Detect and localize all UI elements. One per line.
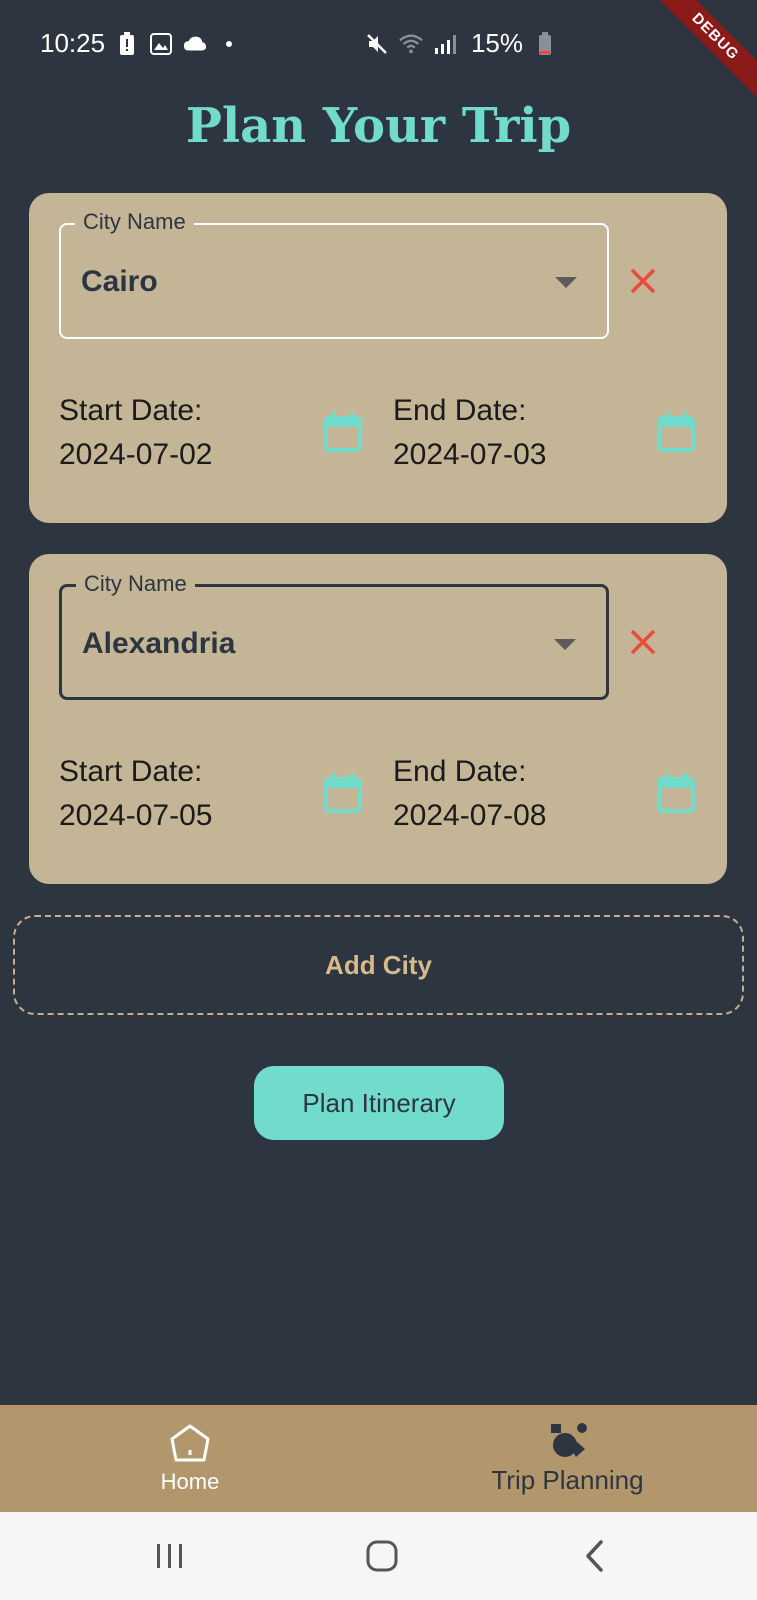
home-icon — [170, 1424, 210, 1461]
battery-alert-icon — [115, 31, 139, 56]
remove-city-button[interactable] — [627, 626, 659, 658]
add-city-button[interactable]: Add City — [13, 915, 744, 1015]
status-left: 10:25 — [40, 28, 241, 59]
city-value: Alexandria — [82, 627, 236, 660]
nav-label-trip-planning: Trip Planning — [491, 1465, 644, 1495]
city-value: Cairo — [81, 265, 158, 298]
end-date-value: 2024-07-03 — [393, 438, 547, 471]
dropdown-arrow-icon — [554, 639, 576, 650]
clock: 10:25 — [40, 28, 106, 58]
battery-percent: 15% — [470, 28, 523, 58]
city-card: City Name Cairo Start Date: 2024-07-02 E… — [29, 193, 727, 523]
end-date-block: End Date: 2024-07-08 — [393, 750, 546, 838]
start-date-block: Start Date: 2024-07-02 — [59, 389, 212, 477]
end-date-picker-button[interactable] — [656, 772, 696, 814]
dropdown-arrow-icon — [555, 277, 577, 288]
recents-button[interactable] — [148, 1534, 192, 1578]
start-date-picker-button[interactable] — [323, 772, 363, 814]
start-date-label: Start Date: — [59, 394, 203, 427]
mute-icon — [365, 32, 389, 56]
start-date-value: 2024-07-02 — [59, 438, 213, 471]
start-date-picker-button[interactable] — [323, 411, 363, 453]
nav-item-home[interactable]: Home — [130, 1405, 250, 1512]
status-right: 15% — [365, 28, 557, 59]
city-dropdown[interactable]: City Name Cairo — [59, 209, 609, 339]
gallery-icon — [149, 32, 173, 56]
system-home-button[interactable] — [360, 1534, 404, 1578]
end-date-picker-button[interactable] — [656, 411, 696, 453]
bottom-navigation: Home Trip Planning — [0, 1405, 757, 1512]
calendar-icon — [324, 773, 362, 813]
plan-itinerary-button[interactable]: Plan Itinerary — [254, 1066, 504, 1140]
recents-icon — [157, 1544, 182, 1568]
end-date-block: End Date: 2024-07-03 — [393, 389, 546, 477]
end-date-label: End Date: — [393, 755, 527, 788]
end-date-value: 2024-07-08 — [393, 799, 547, 832]
wifi-icon — [399, 32, 423, 56]
start-date-value: 2024-07-05 — [59, 799, 213, 832]
dot-icon — [217, 32, 241, 56]
status-bar: 10:25 15% — [0, 0, 757, 90]
system-navigation-bar — [0, 1512, 757, 1600]
city-field-label: City Name — [76, 571, 195, 597]
battery-icon — [533, 31, 557, 56]
home-square-icon — [366, 1540, 398, 1572]
city-dropdown[interactable]: City Name Alexandria — [59, 571, 609, 700]
cloud-icon — [183, 32, 207, 56]
start-date-block: Start Date: 2024-07-05 — [59, 750, 212, 838]
calendar-icon — [657, 412, 695, 452]
back-button[interactable] — [574, 1534, 618, 1578]
remove-city-button[interactable] — [627, 265, 659, 297]
close-icon — [630, 629, 656, 655]
nav-item-trip-planning[interactable]: Trip Planning — [470, 1405, 665, 1512]
signal-icon — [433, 32, 457, 56]
chevron-left-icon — [586, 1540, 603, 1572]
nav-label-home: Home — [160, 1468, 220, 1494]
calendar-icon — [324, 412, 362, 452]
city-card: City Name Alexandria Start Date: 2024-07… — [29, 554, 727, 884]
trip-planning-icon — [550, 1423, 587, 1457]
calendar-icon — [657, 773, 695, 813]
close-icon — [630, 268, 656, 294]
start-date-label: Start Date: — [59, 755, 203, 788]
page-title: Plan Your Trip — [185, 98, 572, 154]
city-field-label: City Name — [75, 209, 194, 235]
end-date-label: End Date: — [393, 394, 527, 427]
